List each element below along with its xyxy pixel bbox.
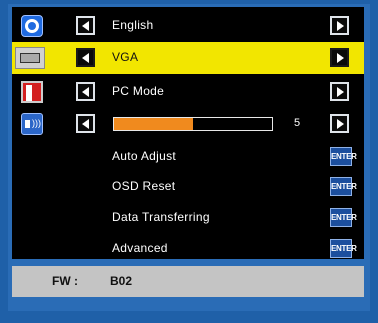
right-arrow-button[interactable] (330, 48, 349, 67)
menu-row-auto-adjust[interactable]: Auto Adjust ENTER (12, 141, 364, 173)
menu-row-mode[interactable]: PC Mode (12, 76, 364, 108)
chevron-right-icon (337, 21, 344, 31)
enter-button[interactable]: ENTER (330, 239, 357, 258)
menu-row-label: PC Mode (112, 84, 165, 98)
speaker-icon: ))) (21, 113, 43, 135)
menu-row-label: OSD Reset (112, 179, 176, 193)
menu-row-volume[interactable]: ))) 5 (12, 108, 364, 140)
firmware-bar: FW : B02 (12, 266, 364, 297)
vga-port-icon (15, 47, 45, 69)
menu-row-source[interactable]: VGA (12, 42, 364, 74)
chevron-right-icon (337, 119, 344, 129)
left-arrow-button[interactable] (76, 16, 95, 35)
enter-button[interactable]: ENTER (330, 147, 357, 166)
firmware-label: FW : (52, 274, 78, 288)
menu-row-label: English (112, 18, 154, 32)
left-arrow-button[interactable] (76, 48, 95, 67)
display-mode-icon (21, 81, 43, 103)
right-arrow-button[interactable] (330, 16, 349, 35)
menu-row-advanced[interactable]: Advanced ENTER (12, 233, 364, 265)
chevron-left-icon (82, 87, 89, 97)
left-arrow-button[interactable] (76, 114, 95, 133)
osd-menu-panel: English VGA PC Mode ))) 5 Auto Adjust EN… (12, 7, 364, 259)
right-arrow-button[interactable] (330, 114, 349, 133)
volume-value: 5 (294, 117, 301, 129)
enter-button[interactable]: ENTER (330, 208, 357, 227)
enter-button[interactable]: ENTER (330, 177, 357, 196)
firmware-version: B02 (110, 274, 133, 288)
globe-icon (21, 15, 43, 37)
menu-row-osd-reset[interactable]: OSD Reset ENTER (12, 171, 364, 203)
menu-row-language[interactable]: English (12, 10, 364, 42)
left-arrow-button[interactable] (76, 82, 95, 101)
menu-row-label: Advanced (112, 241, 168, 255)
menu-row-data-transferring[interactable]: Data Transferring ENTER (12, 202, 364, 234)
chevron-right-icon (337, 87, 344, 97)
right-arrow-button[interactable] (330, 82, 349, 101)
menu-row-label: Auto Adjust (112, 149, 177, 163)
menu-row-label: Data Transferring (112, 210, 210, 224)
volume-slider-fill (114, 118, 193, 130)
chevron-right-icon (337, 53, 344, 63)
volume-slider[interactable] (113, 117, 273, 131)
chevron-left-icon (82, 119, 89, 129)
chevron-left-icon (82, 21, 89, 31)
menu-row-label: VGA (112, 50, 139, 64)
chevron-left-icon (82, 53, 89, 63)
